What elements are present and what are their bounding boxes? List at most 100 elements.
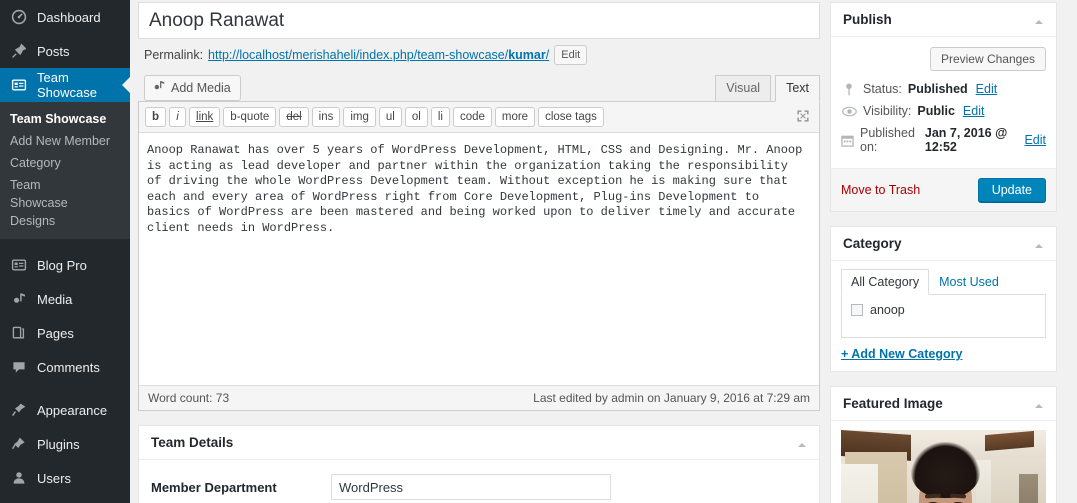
quicktag-more[interactable]: more [494,107,536,127]
admin-screen: Dashboard Posts Team Showcase Team Showc… [0,0,1077,503]
submenu-item-team-showcase[interactable]: Team Showcase [0,108,130,130]
submenu-item-add-new-member[interactable]: Add New Member [0,130,130,152]
post-title-value: Anoop Ranawat [149,9,285,31]
submenu-item-category[interactable]: Category [0,152,130,174]
publish-footer: Move to Trash Update [831,168,1056,211]
category-header: Category [831,227,1056,261]
publish-title: Publish [843,12,892,27]
pages-icon [9,323,29,343]
sidebar-item-label: Posts [37,43,70,59]
comment-icon [9,357,29,377]
sidebar-item-media[interactable]: Media [0,282,130,316]
chevron-up-icon[interactable] [1034,239,1044,249]
post-content-value: Anoop Ranawat has over 5 years of WordPr… [147,143,803,235]
post-content-textarea[interactable]: Anoop Ranawat has over 5 years of WordPr… [139,133,819,385]
update-button[interactable]: Update [977,178,1046,202]
media-icon [9,289,29,309]
quicktag-ins[interactable]: ins [311,107,341,127]
quicktag-ul[interactable]: ul [378,107,402,127]
tab-visual[interactable]: Visual [715,75,772,101]
team-details-body: Member Department WordPress [139,460,819,503]
preview-row: Preview Changes [841,45,1046,78]
add-new-category-link[interactable]: + Add New Category [841,347,962,361]
sidebar-item-dashboard[interactable]: Dashboard [0,0,130,34]
category-list-item[interactable]: anoop [851,303,1036,317]
edit-status-link[interactable]: Edit [976,82,998,96]
list-view-icon [9,75,29,95]
fullscreen-icon[interactable] [795,108,811,124]
sidebar-item-team-showcase[interactable]: Team Showcase [0,68,130,102]
sidebar-item-appearance[interactable]: Appearance [0,393,130,427]
sidebar-submenu-team-showcase: Team Showcase Add New Member Category Te… [0,102,130,239]
submenu-item-team-showcase-designs[interactable]: Team Showcase Designs [0,174,96,232]
move-to-trash-link[interactable]: Move to Trash [841,183,920,197]
quicktag-code[interactable]: code [452,107,492,127]
eye-icon [841,106,857,117]
edit-permalink-button[interactable]: Edit [554,45,588,65]
main-content: Anoop Ranawat Permalink: http://localhos… [130,0,1077,503]
quicktag-close-tags[interactable]: close tags [538,107,604,127]
sidebar-item-label: Dashboard [37,9,101,25]
sidebar-item-label: Appearance [37,402,108,418]
category-panel: Category All Category Most Used anoop + … [830,226,1057,372]
text-editor: b i link b-quote del ins img ul ol li co… [138,101,820,411]
status-label: Status: [863,82,902,96]
quicktag-b-quote[interactable]: b-quote [223,107,277,127]
category-title: Category [843,236,902,251]
category-body: All Category Most Used anoop + Add New C… [831,261,1056,371]
edit-visibility-link[interactable]: Edit [963,104,985,118]
plug-icon [9,434,29,454]
sidebar-item-tools[interactable]: Tools [0,495,130,503]
sidebar-item-blog-pro[interactable]: Blog Pro [0,248,130,282]
sidebar-item-label: Media [37,291,73,307]
quicktag-link[interactable]: link [189,107,221,127]
publish-body: Preview Changes Status: Published Edit V… [831,37,1056,168]
sidebar-item-pages[interactable]: Pages [0,316,130,350]
word-count: Word count: 73 [148,391,230,405]
category-item-label: anoop [870,303,905,317]
permalink-suffix: / [545,48,550,62]
member-department-label: Member Department [151,479,277,495]
sidebar-item-label: Pages [37,325,74,341]
published-on-value: Jan 7, 2016 @ 12:52 [924,126,1008,154]
sidebar-item-users[interactable]: Users [0,461,130,495]
add-media-button[interactable]: Add Media [144,75,241,101]
calendar-icon [841,134,854,147]
sidebar-item-label: Team Showcase [37,70,97,100]
member-department-input[interactable]: WordPress [331,474,611,500]
editor-mode-tabs: Visual Text [711,75,820,102]
permalink-link[interactable]: http://localhost/merishaheli/index.php/t… [208,48,549,62]
sidebar-item-plugins[interactable]: Plugins [0,427,130,461]
quicktag-del[interactable]: del [279,107,309,127]
visibility-value: Public [917,104,955,118]
permalink-slug: kumar [508,48,546,62]
category-checkbox[interactable] [851,304,863,316]
chevron-up-icon[interactable] [1034,15,1044,25]
quicktag-i[interactable]: i [169,107,187,127]
featured-image-panel: Featured Image [830,386,1057,503]
post-title-input[interactable]: Anoop Ranawat [138,2,820,39]
editor-status-bar: Word count: 73 Last edited by admin on J… [139,385,819,410]
chevron-up-icon[interactable] [797,438,807,448]
quicktag-img[interactable]: img [343,107,376,127]
edit-published-link[interactable]: Edit [1024,133,1046,147]
quicktag-ol[interactable]: ol [404,107,428,127]
tab-most-used[interactable]: Most Used [929,269,1009,295]
quicktag-li[interactable]: li [430,107,450,127]
media-icon [152,79,166,96]
category-list: anoop [841,295,1046,338]
dashboard-icon [9,7,29,27]
sidebar-item-posts[interactable]: Posts [0,34,130,68]
sidebar-item-label: Comments [37,359,100,375]
featured-image-thumbnail[interactable] [841,430,1046,503]
tab-text[interactable]: Text [775,75,820,102]
chevron-up-icon[interactable] [1034,399,1044,409]
sidebar-item-comments[interactable]: Comments [0,350,130,384]
published-on-label: Published on: [860,126,915,154]
preview-changes-button[interactable]: Preview Changes [929,47,1046,71]
tab-all-category[interactable]: All Category [841,269,930,295]
quicktag-b[interactable]: b [145,107,167,127]
sidebar-item-label: Blog Pro [37,257,87,273]
